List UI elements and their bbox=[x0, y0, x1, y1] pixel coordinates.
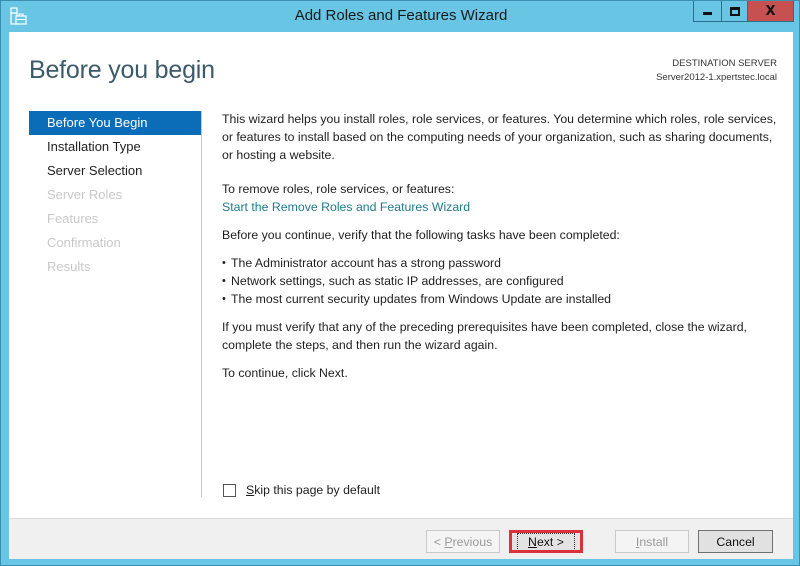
destination-server-name: Server2012-1.xpertstec.local bbox=[656, 72, 777, 83]
continue-note: To continue, click Next. bbox=[222, 366, 348, 380]
remove-roles-link[interactable]: Start the Remove Roles and Features Wiza… bbox=[222, 200, 470, 214]
list-item: The Administrator account has a strong p… bbox=[222, 254, 782, 272]
minimize-icon bbox=[703, 11, 712, 15]
wizard-content: This wizard helps you install roles, rol… bbox=[222, 110, 782, 382]
nav-item-features: Features bbox=[47, 211, 99, 226]
list-item: The most current security updates from W… bbox=[222, 290, 782, 308]
prerequisite-list: The Administrator account has a strong p… bbox=[222, 254, 782, 308]
minimize-button[interactable] bbox=[693, 1, 722, 22]
verify-label: Before you continue, verify that the fol… bbox=[222, 228, 620, 242]
window-title: Add Roles and Features Wizard bbox=[294, 7, 508, 24]
page-title: Before you begin bbox=[29, 56, 215, 84]
install-button: Install bbox=[615, 530, 689, 553]
next-button[interactable]: Next > bbox=[509, 530, 583, 553]
nav-item-results: Results bbox=[47, 259, 91, 274]
nav-item-confirmation: Confirmation bbox=[47, 235, 121, 250]
nav-item-server-roles: Server Roles bbox=[47, 187, 123, 202]
title-bar[interactable]: Add Roles and Features Wizard X bbox=[1, 1, 800, 32]
wizard-client-area: Before you begin DESTINATION SERVER Serv… bbox=[9, 32, 793, 559]
wizard-window: Add Roles and Features Wizard X Before y… bbox=[0, 0, 800, 566]
maximize-icon bbox=[729, 6, 740, 16]
nav-divider bbox=[201, 111, 202, 497]
maximize-button[interactable] bbox=[721, 1, 748, 22]
wizard-footer: < Previous Next > Install Cancel bbox=[9, 518, 793, 559]
skip-page-label[interactable]: Skip this page by default bbox=[246, 483, 380, 497]
skip-page-checkbox[interactable] bbox=[223, 483, 236, 497]
remove-label: To remove roles, role services, or featu… bbox=[222, 182, 455, 196]
destination-server-info: DESTINATION SERVER Server2012-1.xpertste… bbox=[656, 57, 777, 85]
nav-item-installation-type[interactable]: Installation Type bbox=[29, 135, 201, 159]
close-icon: X bbox=[765, 3, 776, 19]
destination-server-label: DESTINATION SERVER bbox=[672, 58, 777, 69]
nav-item-server-selection[interactable]: Server Selection bbox=[29, 159, 201, 183]
list-item: Network settings, such as static IP addr… bbox=[222, 272, 782, 290]
wizard-steps-nav: Before You Begin Installation Type Serve… bbox=[29, 111, 201, 279]
close-button[interactable]: X bbox=[747, 1, 794, 22]
skip-page-option[interactable]: Skip this page by default bbox=[223, 483, 380, 497]
prerequisite-note: If you must verify that any of the prece… bbox=[222, 320, 747, 352]
previous-button: < Previous bbox=[426, 530, 500, 553]
nav-item-before-you-begin[interactable]: Before You Begin bbox=[29, 111, 201, 135]
intro-text: This wizard helps you install roles, rol… bbox=[222, 112, 777, 162]
cancel-button[interactable]: Cancel bbox=[698, 530, 773, 553]
